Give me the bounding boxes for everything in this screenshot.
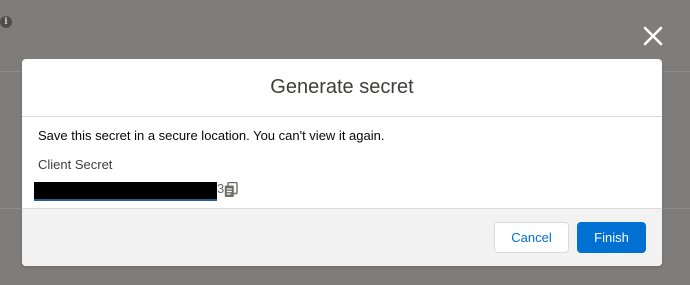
copy-icon[interactable] <box>224 182 238 198</box>
cancel-button[interactable]: Cancel <box>494 222 569 253</box>
info-icon: i <box>0 16 12 28</box>
modal-body: Save this secret in a secure location. Y… <box>22 117 662 209</box>
client-secret-label: Client Secret <box>38 157 113 172</box>
modal-footer: Cancel Finish <box>22 208 662 266</box>
finish-button[interactable]: Finish <box>577 222 646 253</box>
client-secret-value-redacted[interactable] <box>34 182 217 201</box>
generate-secret-dialog: Generate secret Save this secret in a se… <box>22 59 662 266</box>
secret-warning-message: Save this secret in a secure location. Y… <box>38 128 385 143</box>
modal-header: Generate secret <box>22 59 662 117</box>
close-icon[interactable] <box>642 25 664 47</box>
modal-title: Generate secret <box>270 76 414 98</box>
